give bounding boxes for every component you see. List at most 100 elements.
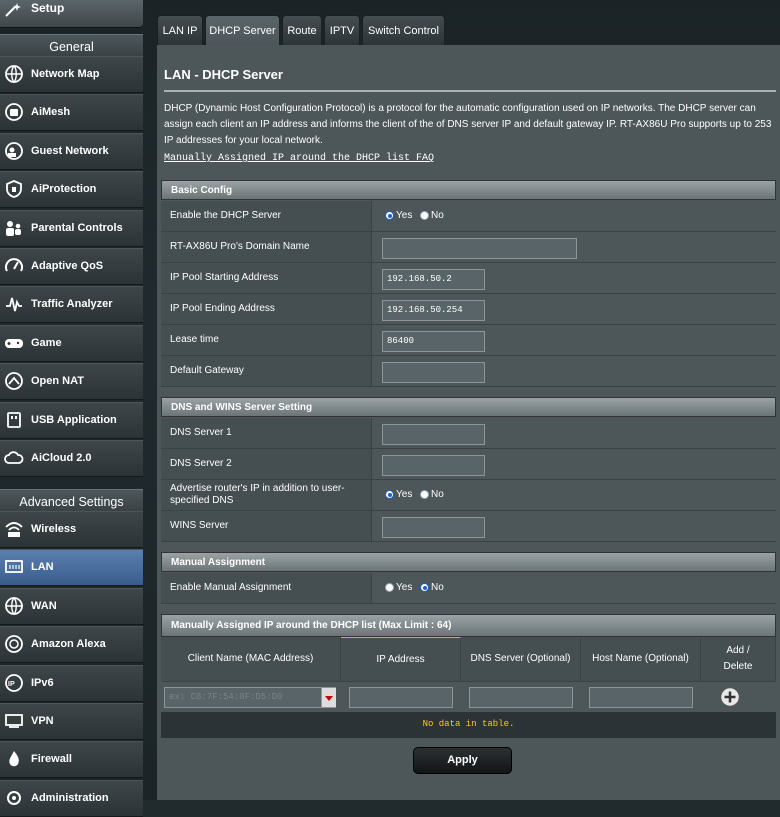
dns1-input[interactable] [382,424,485,445]
sidebar-item-firewall[interactable]: Firewall [0,741,143,779]
network-map-icon [5,65,23,83]
radio-dot [385,583,394,592]
radio-dot [420,583,429,592]
tab-iptv[interactable]: IPTV [324,15,360,45]
apply-button[interactable]: Apply [413,747,512,774]
sidebar-item-parental-controls[interactable]: Parental Controls [0,209,143,247]
usb-icon [7,411,21,428]
empty-table-message: No data in table. [161,712,776,738]
sidebar-item-game[interactable]: Game [0,324,143,362]
default-gateway-label: Default Gateway [161,356,371,386]
cloud-icon [4,451,24,464]
page-description: DHCP (Dynamic Host Configuration Protoco… [164,103,772,146]
sidebar-item-wireless[interactable]: Wireless [0,511,143,548]
sidebar-item-label: AiProtection [31,183,97,196]
column-ip-address: IP Address [341,637,461,681]
sidebar-item-aimesh[interactable]: AiMesh [0,94,143,132]
add-entry-icon[interactable] [719,686,741,708]
domain-name-input[interactable] [382,238,577,259]
aiprotection-icon [6,180,22,199]
enable-dhcp-label: Enable the DHCP Server [161,201,371,231]
advertise-router-label: Advertise router's IP in addition to use… [161,480,371,510]
assigned-list-header: Manually Assigned IP around the DHCP lis… [161,614,776,637]
advertise-no-radio[interactable]: No [420,489,444,500]
advertise-yes-radio[interactable]: Yes [385,489,412,500]
wins-input[interactable] [382,517,485,538]
sidebar-item-wan[interactable]: WAN [0,587,143,625]
sidebar-item-aicloud-2-0[interactable]: AiCloud 2.0 [0,440,143,477]
radio-yes-label: Yes [396,582,413,593]
radio-yes-label: Yes [396,489,413,500]
radio-no-label: No [431,210,444,221]
sidebar-item-label: Amazon Alexa [31,638,106,651]
dns-server-input[interactable] [469,687,573,708]
ip-address-input[interactable] [349,687,453,708]
sidebar-item-aiprotection[interactable]: AiProtection [0,171,143,209]
faq-link[interactable]: Manually Assigned IP around the DHCP lis… [164,153,434,164]
pool-start-input[interactable]: 192.168.50.2 [382,269,485,290]
manual-yes-radio[interactable]: Yes [385,582,412,593]
basic-config-header: Basic Config [161,180,776,200]
lan-icon [5,560,23,574]
default-gateway-row: Default Gateway [161,356,776,387]
sidebar-item-administration[interactable]: Administration [0,779,143,817]
enable-dhcp-no-radio[interactable]: No [420,210,444,221]
sidebar-item-label: Traffic Analyzer [31,298,113,311]
wins-label: WINS Server [161,511,371,541]
pool-start-row: IP Pool Starting Address 192.168.50.2 [161,263,776,294]
wins-row: WINS Server [161,511,776,542]
parental-controls-icon [6,220,21,236]
dns2-label: DNS Server 2 [161,449,371,479]
setup-wand-icon [5,3,21,17]
sidebar-item-label: USB Application [31,413,117,426]
dns1-row: DNS Server 1 [161,418,776,449]
pool-end-row: IP Pool Ending Address 192.168.50.254 [161,294,776,325]
guest-network-icon [5,141,23,160]
manual-no-radio[interactable]: No [420,582,444,593]
administration-icon [7,790,21,805]
manual-assignment-header: Manual Assignment [161,552,776,572]
sidebar-item-setup[interactable]: Setup [0,0,143,28]
enable-dhcp-yes-radio[interactable]: Yes [385,210,412,221]
tab-lan-ip[interactable]: LAN IP [157,15,203,45]
sidebar-item-lan[interactable]: LAN [0,549,143,587]
host-name-input[interactable] [589,687,693,708]
sidebar-item-label: IPv6 [31,676,54,689]
tab-dhcp-server[interactable]: DHCP Server [205,15,280,45]
sidebar-item-ipv6[interactable]: IP IPv6 [0,664,143,702]
sidebar-item-label: VPN [31,715,54,727]
sidebar-item-adaptive-qos[interactable]: Adaptive QoS [0,248,143,285]
radio-dot [420,490,429,499]
dns2-row: DNS Server 2 [161,449,776,480]
sidebar-item-label: Game [31,336,62,349]
sidebar-item-label: LAN [31,561,54,574]
enable-manual-row: Enable Manual Assignment Yes No [161,573,776,604]
alexa-icon [5,635,23,654]
pool-end-input[interactable]: 192.168.50.254 [382,300,485,321]
tab-route[interactable]: Route [282,15,322,45]
sidebar-item-label: Parental Controls [31,221,123,234]
lease-time-label: Lease time [161,325,371,355]
sidebar-item-usb-application[interactable]: USB Application [0,401,143,439]
sidebar-item-open-nat[interactable]: Open NAT [0,363,143,401]
sidebar-item-guest-network[interactable]: Guest Network [0,132,143,170]
page-title: LAN - DHCP Server [164,67,283,82]
advertise-router-row: Advertise router's IP in addition to use… [161,480,776,511]
radio-no-label: No [431,582,444,593]
dns2-input[interactable] [382,455,485,476]
firewall-icon [9,751,19,767]
pool-start-label: IP Pool Starting Address [161,263,371,293]
client-dropdown-button[interactable] [321,688,336,707]
tab-switch-control[interactable]: Switch Control [362,15,445,45]
sidebar-item-network-map[interactable]: Network Map [0,56,143,93]
lease-time-input[interactable]: 86400 [382,331,485,352]
client-name-input[interactable]: ex: C8:7F:54:8F:D5:D0 [164,687,336,708]
pool-end-label: IP Pool Ending Address [161,294,371,324]
sidebar-item-amazon-alexa[interactable]: Amazon Alexa [0,626,143,664]
sidebar-item-traffic-analyzer[interactable]: Traffic Analyzer [0,286,143,324]
default-gateway-input[interactable] [382,362,485,383]
sidebar-item-vpn[interactable]: VPN [0,703,143,740]
wireless-icon [5,522,23,537]
column-client-name: Client Name (MAC Address) [161,637,341,681]
sidebar-item-label: Adaptive QoS [31,260,104,272]
